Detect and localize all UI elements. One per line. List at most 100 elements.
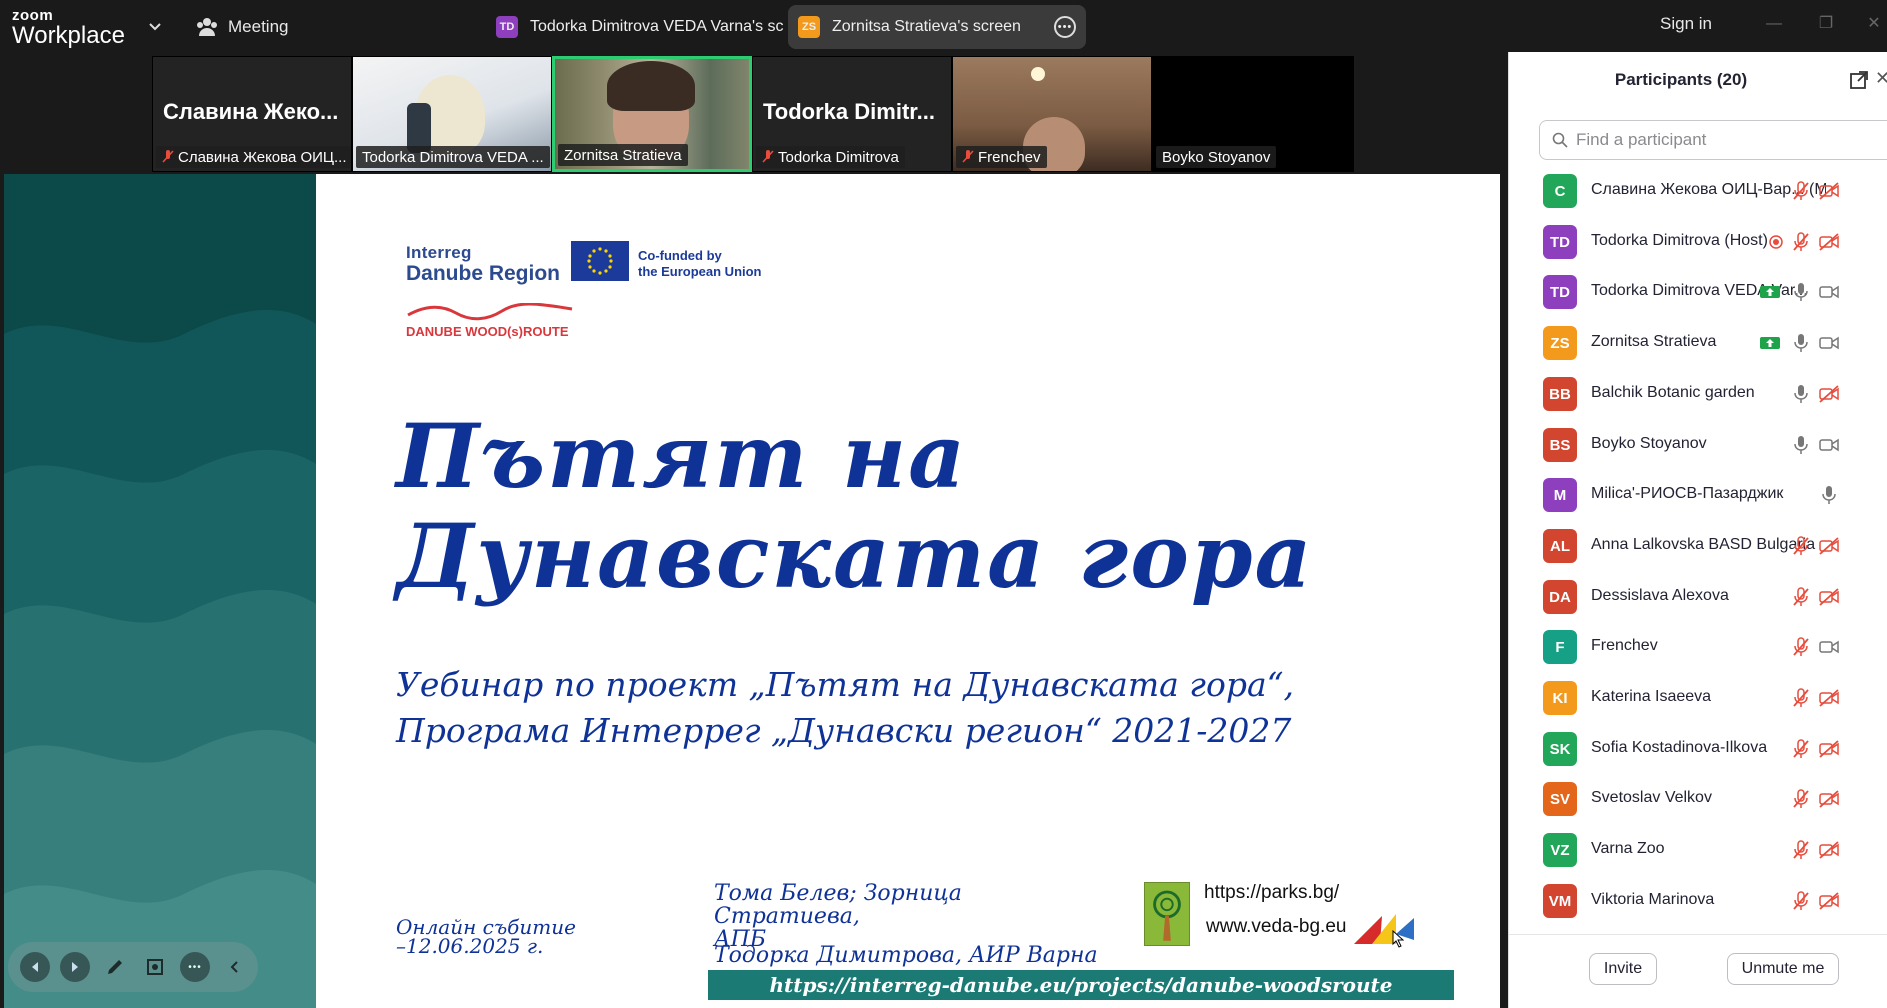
close-panel-icon[interactable]: ✕ (1875, 68, 1887, 89)
video-off-icon[interactable] (1818, 788, 1840, 810)
participant-status-icons (1765, 180, 1887, 202)
participant-row[interactable]: BB Balchik Botanic garden (1509, 369, 1887, 419)
pen-icon[interactable] (100, 952, 130, 982)
participant-search[interactable]: Find a participant (1539, 120, 1887, 160)
participant-status-icons (1760, 281, 1887, 303)
minimize-icon[interactable]: — (1762, 12, 1786, 36)
sign-in-link[interactable]: Sign in (1660, 14, 1712, 34)
video-off-icon[interactable] (1818, 687, 1840, 709)
mic-muted-icon[interactable] (1790, 738, 1812, 760)
participant-status-icons (1765, 586, 1887, 608)
video-off-icon[interactable] (1818, 231, 1840, 253)
participant-row[interactable]: BS Boyko Stoyanov (1509, 420, 1887, 470)
tile-name: Славина Жеко... (163, 99, 339, 124)
participant-row[interactable]: VM Viktoria Marinova (1509, 876, 1887, 926)
eu-flag-icon (571, 241, 629, 281)
veda-logo-icon (1354, 914, 1414, 944)
video-off-icon[interactable] (1818, 738, 1840, 760)
unmute-button[interactable]: Unmute me (1727, 953, 1839, 985)
mic-muted-icon[interactable] (1790, 636, 1812, 658)
video-icon[interactable] (1818, 332, 1840, 354)
video-tile[interactable]: Frenchev (952, 56, 1152, 172)
video-off-icon[interactable] (1818, 180, 1840, 202)
participant-row[interactable]: SK Sofia Kostadinova-Ilkova (1509, 724, 1887, 774)
participant-status-icons (1765, 636, 1887, 658)
meeting-label: Meeting (228, 17, 289, 36)
video-icon[interactable] (1818, 434, 1840, 456)
video-tile[interactable]: Славина Жеко... Славина Жекова ОИЦ... (152, 56, 352, 172)
avatar: SK (1543, 732, 1577, 766)
mic-icon[interactable] (1790, 383, 1812, 405)
video-tile[interactable]: Todorka Dimitr... Todorka Dimitrova (752, 56, 952, 172)
participant-status-icons (1765, 890, 1887, 912)
search-icon (1552, 132, 1568, 148)
next-slide-icon[interactable] (60, 952, 90, 982)
mic-muted-icon[interactable] (1790, 788, 1812, 810)
participant-row[interactable]: F Frenchev (1509, 622, 1887, 672)
avatar: AL (1543, 529, 1577, 563)
wave-logo-icon (407, 303, 573, 321)
tab-badge: TD (496, 16, 518, 38)
participant-status-icons (1765, 788, 1887, 810)
video-off-icon[interactable] (1818, 383, 1840, 405)
restore-icon[interactable]: ❐ (1814, 12, 1838, 36)
avatar: ZS (1543, 326, 1577, 360)
share-tab-zornitsa[interactable]: ZS Zornitsa Stratieva's screen ••• (788, 5, 1086, 49)
previous-slide-icon[interactable] (20, 952, 50, 982)
meeting-button[interactable]: Meeting (196, 14, 288, 40)
video-tile[interactable]: Boyko Stoyanov (1152, 56, 1352, 172)
more-options-icon[interactable]: ••• (1054, 16, 1076, 38)
participant-row[interactable]: KI Katerina Isaeeva (1509, 673, 1887, 723)
search-placeholder: Find a participant (1576, 130, 1707, 149)
mic-icon[interactable] (1790, 434, 1812, 456)
screen-share-icon (1759, 281, 1781, 303)
video-off-icon[interactable] (1818, 890, 1840, 912)
collapse-toolbar-icon[interactable] (220, 952, 250, 982)
mic-icon[interactable] (1818, 484, 1840, 506)
authors-text: Тома Белев; Зорница Стратиева, АПБ (714, 881, 962, 952)
participant-row[interactable]: TD Todorka Dimitrova (Host) (1509, 217, 1887, 267)
video-off-icon[interactable] (1818, 586, 1840, 608)
video-off-icon[interactable] (1818, 839, 1840, 861)
more-options-icon[interactable]: ••• (180, 952, 210, 982)
recording-icon (1765, 231, 1787, 253)
invite-button[interactable]: Invite (1589, 953, 1657, 985)
mic-muted-icon[interactable] (1790, 586, 1812, 608)
participant-row[interactable]: DA Dessislava Alexova (1509, 572, 1887, 622)
mic-muted-icon[interactable] (1790, 890, 1812, 912)
mic-muted-icon[interactable] (1790, 535, 1812, 557)
mic-muted-icon (762, 150, 774, 163)
mic-muted-icon[interactable] (1790, 180, 1812, 202)
video-tile[interactable]: Todorka Dimitrova VEDA ... (352, 56, 552, 172)
panel-footer: Invite Unmute me (1509, 934, 1887, 1008)
participant-row[interactable]: AL Anna Lalkovska BASD Bulgaria (1509, 521, 1887, 571)
participant-status-icons (1765, 687, 1887, 709)
video-off-icon[interactable] (1818, 535, 1840, 557)
participant-row[interactable]: M Milica'-РИОСВ-Пазарджик (1509, 470, 1887, 520)
participant-row[interactable]: ZS Zornitsa Stratieva (1509, 318, 1887, 368)
participant-row[interactable]: SV Svetoslav Velkov (1509, 774, 1887, 824)
share-tab-todorka[interactable]: TD Todorka Dimitrova VEDA Varna's scree (486, 5, 784, 49)
mic-muted-icon[interactable] (1790, 687, 1812, 709)
shared-screen[interactable]: Interreg Danube Region Co-funded by the … (4, 174, 1500, 1008)
veda-url: www.veda-bg.eu (1206, 916, 1347, 937)
participant-row[interactable]: C Славина Жекова ОИЦ-Вар... (Me) (1509, 166, 1887, 216)
video-icon[interactable] (1818, 636, 1840, 658)
participant-row[interactable]: VZ Varna Zoo (1509, 825, 1887, 875)
mic-icon[interactable] (1790, 281, 1812, 303)
parks-tree-icon (1144, 882, 1190, 946)
event-date: Онлайн събитие –12.06.2025 г. (396, 915, 576, 958)
avatar: TD (1543, 225, 1577, 259)
mic-muted-icon[interactable] (1790, 839, 1812, 861)
participant-row[interactable]: TD Todorka Dimitrova VEDA Var... (1509, 267, 1887, 317)
participant-status-icons (1765, 231, 1887, 253)
close-window-icon[interactable]: ✕ (1862, 12, 1886, 36)
people-icon (197, 18, 217, 36)
popout-icon[interactable] (1849, 70, 1869, 90)
video-icon[interactable] (1818, 281, 1840, 303)
mic-muted-icon[interactable] (1790, 231, 1812, 253)
zoom-slide-icon[interactable] (140, 952, 170, 982)
chevron-down-icon[interactable] (147, 18, 163, 34)
mic-icon[interactable] (1790, 332, 1812, 354)
video-tile-active[interactable]: Zornitsa Stratieva (552, 56, 752, 172)
